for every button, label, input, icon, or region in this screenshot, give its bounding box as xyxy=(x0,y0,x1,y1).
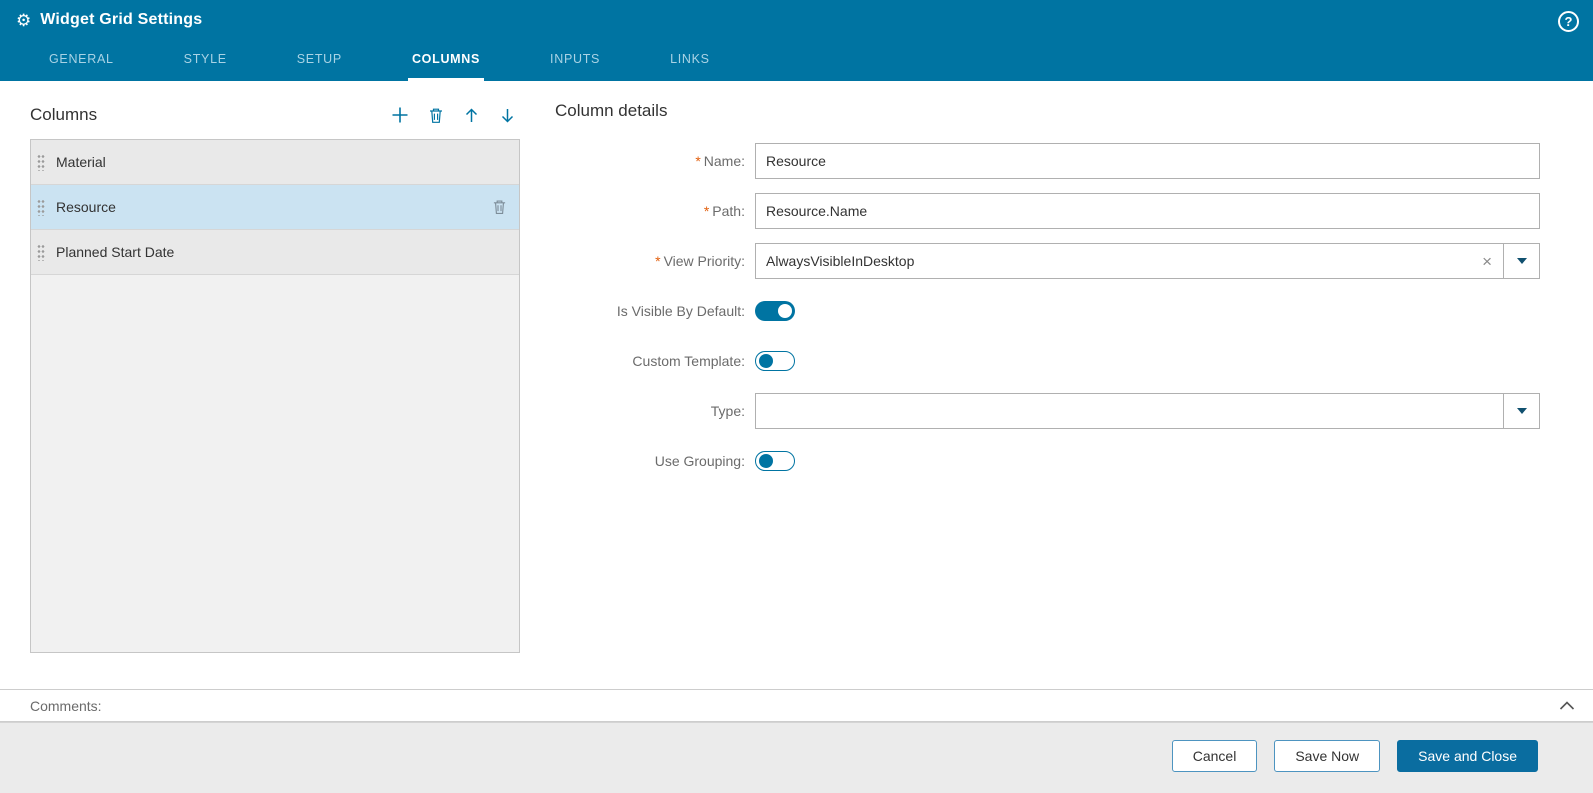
drag-handle-icon[interactable] xyxy=(37,153,45,171)
details-panel-title: Column details xyxy=(555,101,668,120)
required-asterisk: * xyxy=(655,253,661,269)
comments-label: Comments: xyxy=(30,697,102,714)
move-up-button[interactable] xyxy=(463,107,480,124)
delete-column-button[interactable] xyxy=(428,107,444,124)
required-asterisk: * xyxy=(703,203,710,219)
help-icon[interactable]: ? xyxy=(1558,11,1579,32)
cancel-button[interactable]: Cancel xyxy=(1171,740,1258,772)
path-field-row: * Path: xyxy=(555,193,1540,229)
custom-template-field-row: Custom Template: xyxy=(555,343,1540,379)
details-panel: Column details *Name: *Path: *View Prior… xyxy=(555,97,1593,689)
page-title: Widget Grid Settings xyxy=(40,11,203,28)
collapse-chevron-icon[interactable] xyxy=(1559,700,1575,711)
view-priority-value: AlwaysVisibleInDesktop xyxy=(766,253,915,269)
add-column-button[interactable] xyxy=(391,106,409,124)
arrow-down-icon xyxy=(501,108,514,123)
trash-icon xyxy=(493,200,506,214)
use-grouping-field-row: Use Grouping: xyxy=(555,443,1540,479)
tab-bar: GENERAL STYLE SETUP COLUMNS INPUTS LINKS xyxy=(0,40,1593,81)
tab-inputs[interactable]: INPUTS xyxy=(546,40,604,81)
delete-row-button[interactable] xyxy=(492,199,507,215)
clear-icon[interactable]: × xyxy=(1471,253,1503,270)
title-row: ⚙ Widget Grid Settings ? xyxy=(0,0,1593,40)
plus-icon xyxy=(392,107,408,123)
save-now-button[interactable]: Save Now xyxy=(1274,740,1381,772)
name-input[interactable] xyxy=(755,143,1540,179)
toggle-knob xyxy=(759,354,773,368)
trash-icon xyxy=(430,108,442,123)
toggle-knob xyxy=(759,454,773,468)
columns-list: Material Resource Planned Start Date xyxy=(30,139,520,653)
is-visible-toggle[interactable] xyxy=(755,301,795,321)
list-item-label: Planned Start Date xyxy=(56,244,175,260)
arrow-up-icon xyxy=(465,107,478,122)
type-field-row: Type: xyxy=(555,393,1540,429)
columns-panel-header: Columns xyxy=(30,97,520,133)
name-field-row: * Name: xyxy=(555,143,1540,179)
main-content: Columns Material Resource Planned Start … xyxy=(0,81,1593,689)
comments-bar: Comments: xyxy=(0,689,1593,722)
custom-template-label: Custom Template: xyxy=(632,353,745,369)
move-down-button[interactable] xyxy=(499,107,516,124)
use-grouping-toggle[interactable] xyxy=(755,451,795,471)
columns-panel: Columns Material Resource Planned Start … xyxy=(30,97,520,689)
columns-toolbar xyxy=(391,106,520,124)
drag-handle-icon[interactable] xyxy=(37,243,45,261)
name-label: * Name: xyxy=(695,153,745,169)
list-item-label: Material xyxy=(56,154,106,170)
view-priority-label: * View Priority: xyxy=(655,253,745,269)
view-priority-field-row: * View Priority: AlwaysVisibleInDesktop × xyxy=(555,243,1540,279)
save-and-close-button[interactable]: Save and Close xyxy=(1397,740,1538,772)
type-select[interactable] xyxy=(755,393,1540,429)
use-grouping-label: Use Grouping: xyxy=(654,453,745,469)
dropdown-button[interactable] xyxy=(1503,244,1539,278)
tab-setup[interactable]: SETUP xyxy=(293,40,346,81)
view-priority-select[interactable]: AlwaysVisibleInDesktop × xyxy=(755,243,1540,279)
path-label: * Path: xyxy=(703,203,745,219)
chevron-down-icon xyxy=(1516,258,1527,264)
list-item[interactable]: Material xyxy=(31,140,519,185)
tab-style[interactable]: STYLE xyxy=(180,40,231,81)
toggle-knob xyxy=(778,304,792,318)
required-asterisk: * xyxy=(695,153,701,169)
chevron-down-icon xyxy=(1516,408,1527,414)
list-item[interactable]: Planned Start Date xyxy=(31,230,519,275)
drag-handle-icon[interactable] xyxy=(37,198,45,216)
gear-icon: ⚙ xyxy=(16,10,32,30)
path-input[interactable] xyxy=(755,193,1540,229)
app-header: ⚙ Widget Grid Settings ? GENERAL STYLE S… xyxy=(0,0,1593,81)
columns-panel-title: Columns xyxy=(30,105,98,124)
is-visible-field-row: Is Visible By Default: xyxy=(555,293,1540,329)
is-visible-label: Is Visible By Default: xyxy=(616,303,745,319)
list-item-label: Resource xyxy=(56,199,116,215)
footer-bar: Cancel Save Now Save and Close xyxy=(0,722,1593,793)
tab-general[interactable]: GENERAL xyxy=(45,40,118,81)
custom-template-toggle[interactable] xyxy=(755,351,795,371)
tab-columns[interactable]: COLUMNS xyxy=(407,40,485,81)
type-label: Type: xyxy=(710,403,745,419)
dropdown-button[interactable] xyxy=(1503,394,1539,428)
list-item[interactable]: Resource xyxy=(31,185,519,230)
tab-links[interactable]: LINKS xyxy=(666,40,714,81)
